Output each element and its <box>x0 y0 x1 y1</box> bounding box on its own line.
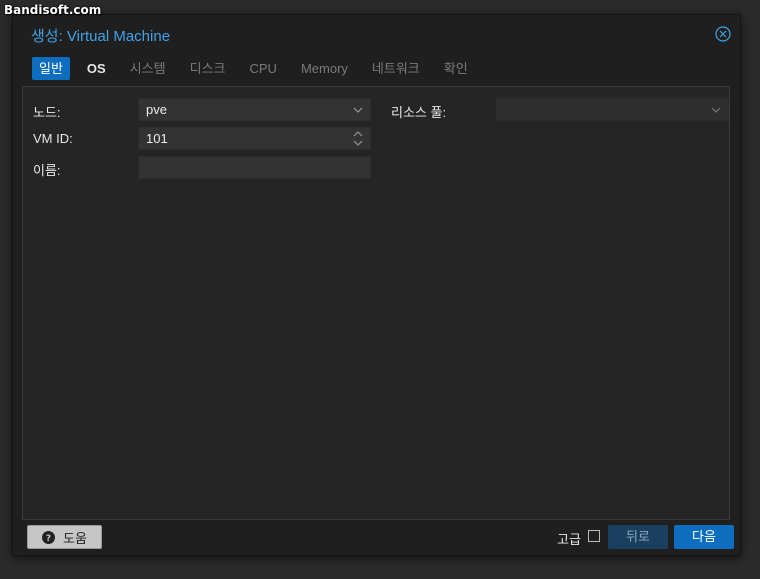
pool-label: 리소스 풀: <box>391 105 447 120</box>
next-button[interactable]: 다음 <box>674 525 734 549</box>
advanced-checkbox[interactable] <box>588 530 600 542</box>
tab-cpu: CPU <box>249 61 277 76</box>
name-label: 이름: <box>33 163 61 178</box>
vmid-input[interactable]: 101 <box>138 127 371 150</box>
dialog-footer: ? 도움 고급 뒤로 다음 <box>13 518 740 555</box>
svg-text:?: ? <box>46 534 51 544</box>
spinner-arrows-icon[interactable] <box>353 130 363 147</box>
pool-select[interactable] <box>496 98 729 121</box>
close-icon[interactable] <box>715 26 731 42</box>
tab-os[interactable]: OS <box>80 57 113 80</box>
tab-disk: 디스크 <box>189 61 226 76</box>
node-value: pve <box>146 102 167 117</box>
tab-system: 시스템 <box>129 61 166 76</box>
create-vm-dialog: 생성: Virtual Machine 일반 OS 시스템 디스크 CPU Me… <box>12 14 741 556</box>
help-button[interactable]: ? 도움 <box>27 525 102 549</box>
chevron-down-icon <box>711 107 721 113</box>
form-panel: 노드: pve VM ID: 101 이름: 리소스 풀: <box>22 86 730 520</box>
wizard-tabs: 일반 OS 시스템 디스크 CPU Memory 네트워크 확인 <box>32 57 485 81</box>
name-input[interactable] <box>138 156 371 179</box>
tab-general[interactable]: 일반 <box>32 57 70 80</box>
watermark-text: Bandisoft.com <box>4 3 102 17</box>
chevron-down-icon <box>353 107 363 113</box>
dialog-title: 생성: Virtual Machine <box>31 28 171 45</box>
tab-memory: Memory <box>300 61 348 76</box>
node-select[interactable]: pve <box>138 98 371 121</box>
tab-confirm: 확인 <box>443 61 468 76</box>
tab-network: 네트워크 <box>371 61 420 76</box>
advanced-label: 고급 <box>557 532 581 547</box>
node-label: 노드: <box>33 105 61 120</box>
vmid-value: 101 <box>146 131 168 146</box>
question-circle-icon: ? <box>42 530 56 544</box>
help-button-label: 도움 <box>63 530 87 546</box>
back-button[interactable]: 뒤로 <box>608 525 668 549</box>
vmid-label: VM ID: <box>33 131 73 146</box>
